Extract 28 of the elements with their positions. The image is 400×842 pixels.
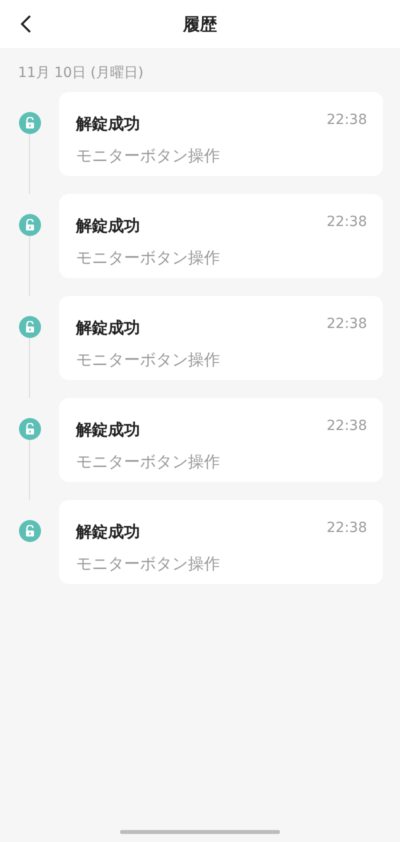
- entry-detail: モニターボタン操作: [76, 554, 221, 575]
- history-card[interactable]: 解錠成功 22:38 モニターボタン操作: [59, 398, 383, 482]
- entry-time: 22:38: [326, 418, 367, 436]
- entry-time: 22:38: [326, 316, 367, 334]
- entry-title: 解錠成功: [76, 318, 141, 339]
- entry-title: 解錠成功: [76, 114, 141, 135]
- entry-title: 解錠成功: [76, 216, 141, 237]
- entry-detail: モニターボタン操作: [76, 146, 221, 167]
- unlock-icon: [18, 112, 40, 134]
- entry-detail: モニターボタン操作: [76, 350, 221, 371]
- unlock-icon: [18, 214, 40, 236]
- entry-detail: モニターボタン操作: [76, 452, 221, 473]
- unlock-icon: [18, 316, 40, 338]
- entry-time: 22:38: [326, 112, 367, 130]
- back-icon: [20, 15, 32, 33]
- entry-title: 解錠成功: [76, 420, 141, 441]
- entry-time: 22:38: [326, 520, 367, 538]
- history-card[interactable]: 解錠成功 22:38 モニターボタン操作: [59, 500, 383, 584]
- history-card[interactable]: 解錠成功 22:38 モニターボタン操作: [59, 194, 383, 278]
- unlock-icon: [18, 520, 40, 542]
- entry-time: 22:38: [326, 214, 367, 232]
- unlock-icon: [18, 418, 40, 440]
- date-heading: 11月 10日 (月曜日): [18, 65, 144, 81]
- entry-detail: モニターボタン操作: [76, 248, 221, 269]
- page-title: 履歴: [183, 14, 217, 36]
- history-card[interactable]: 解錠成功 22:38 モニターボタン操作: [59, 296, 383, 380]
- history-card[interactable]: 解錠成功 22:38 モニターボタン操作: [59, 92, 383, 176]
- entry-title: 解錠成功: [76, 522, 141, 543]
